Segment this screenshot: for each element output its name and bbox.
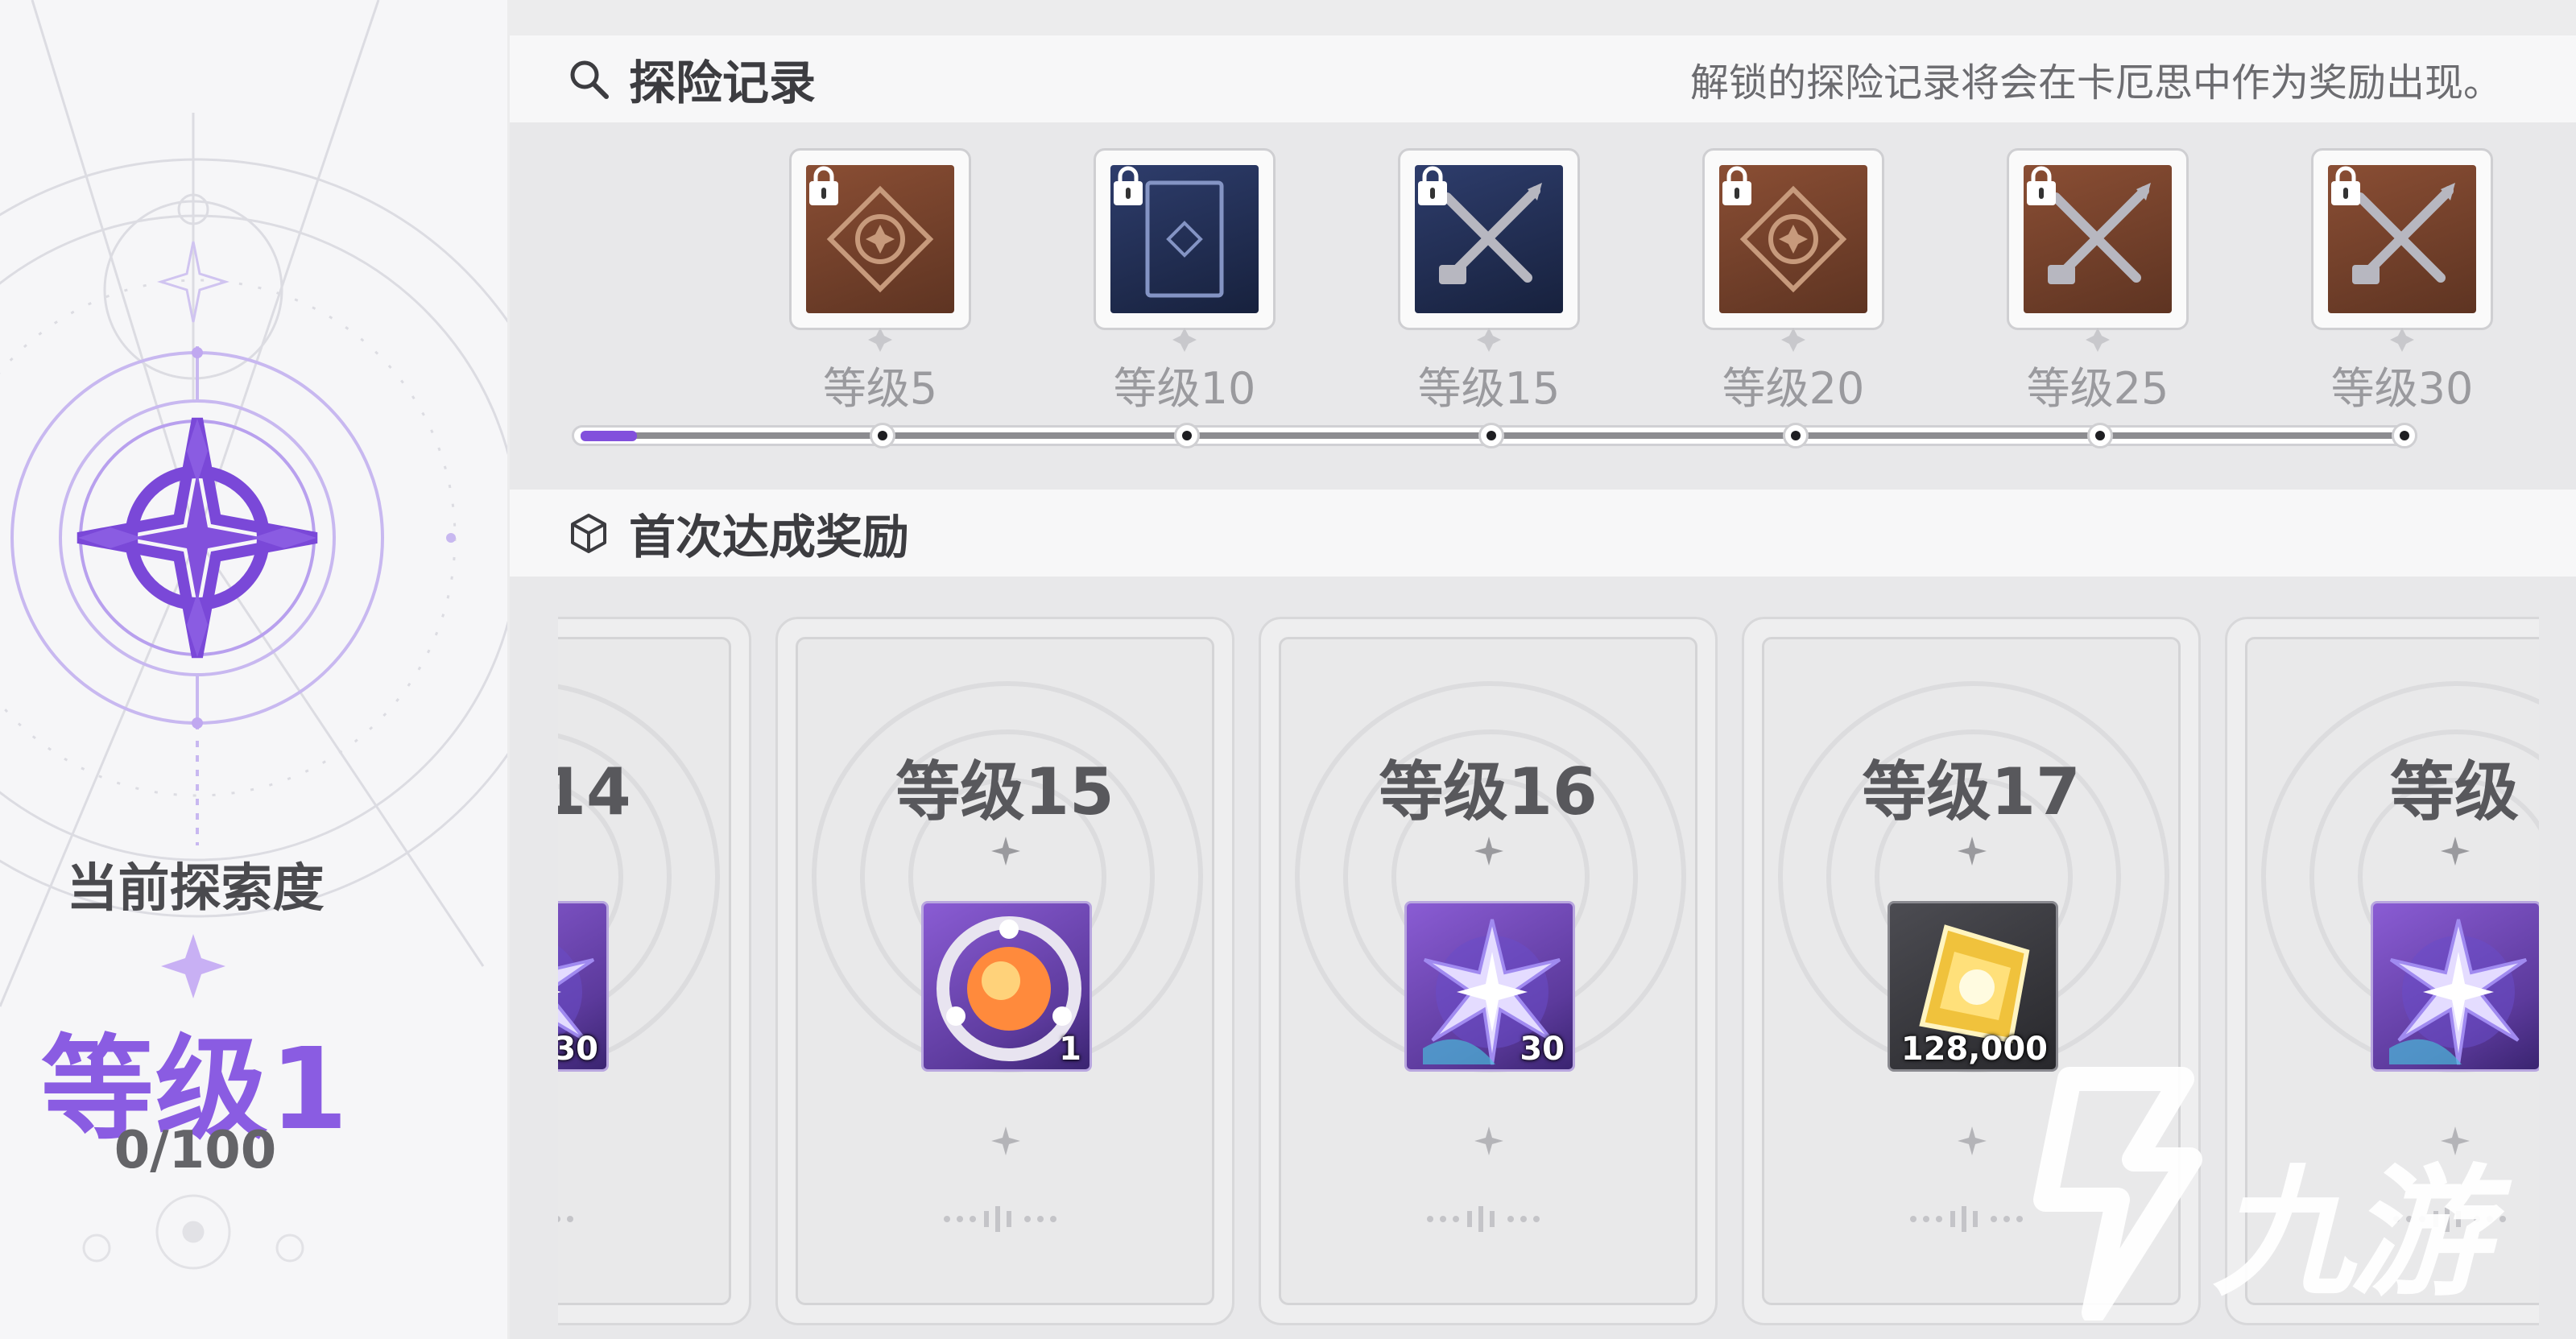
sparkle-icon [1958,837,1987,866]
record-art [806,165,954,313]
milestone-dot [1478,423,1504,448]
reward-item[interactable] [2371,901,2539,1072]
sparkle-icon [991,1126,1020,1155]
record-level-label: 等级10 [1113,363,1256,414]
record-art [1719,165,1867,313]
reward-item[interactable]: 30 [558,901,609,1072]
reward-quantity: 30 [558,1031,598,1068]
records-header: 探险记录 解锁的探险记录将会在卡厄思中作为奖励出现。 [510,35,2576,122]
lock-icon [809,166,838,205]
diamond-tip-icon [1172,328,1197,352]
sparkle-icon [1474,1126,1503,1155]
milestone-dot [870,423,895,448]
record-tile[interactable] [789,148,971,352]
watermark-logo-icon [2033,1067,2202,1325]
progress-fill [581,431,637,441]
exploration-progress: 0/100 [114,1121,277,1180]
lock-icon [2027,166,2056,205]
reward-card[interactable]: 等级16 30 [1259,617,1718,1325]
record-level-label: 等级30 [2330,363,2474,414]
sparkle-icon [1958,1126,1987,1155]
record-tile[interactable] [2311,148,2493,352]
reward-quantity: 30 [1520,1031,1565,1068]
record-tile[interactable] [1398,148,1580,352]
reward-level-label: 等级 [2390,754,2519,829]
watermark: 九游 [2021,1063,2569,1325]
reward-level-label: 等级15 [895,754,1114,829]
diamond-tip-icon [2390,328,2414,352]
reward-quantity: 1 [1059,1031,1081,1068]
record-level-label: 等级15 [1417,363,1561,414]
record-art [2328,165,2476,313]
record-art [1415,165,1563,313]
record-level-label: 等级20 [1722,363,1865,414]
record-tile[interactable] [1702,148,1884,352]
exploration-panel: 当前探索度 等级1 0/100 [0,0,507,1339]
lock-icon [1722,166,1751,205]
watermark-text: 九游 [2213,1152,2490,1316]
signal-dots-icon [944,1206,1056,1232]
crystal-star-icon [2389,919,2528,1065]
milestone-dot [2392,423,2417,448]
sparkle-icon [2441,837,2470,866]
records-note: 解锁的探险记录将会在卡厄思中作为奖励出现。 [1689,60,2502,105]
diamond-tip-icon [1477,328,1501,352]
sparkle-icon [991,837,1020,866]
reward-card[interactable]: 等级14 30 [558,617,751,1325]
records-title: 探险记录 [629,56,817,110]
reward-level-label: 等级16 [1379,754,1598,829]
sparkle-icon [1474,837,1503,866]
record-tile[interactable] [1094,148,1276,352]
milestone-dot [1783,423,1809,448]
rewards-title: 首次达成奖励 [629,510,910,564]
reward-item[interactable]: 128,000 [1888,901,2058,1072]
lock-icon [1418,166,1447,205]
records-progress-bar [572,423,2417,448]
signal-dots-icon [558,1216,573,1222]
reward-level-label: 等级14 [558,754,631,829]
record-level-label: 等级5 [822,363,938,414]
milestone-dot [1174,423,1200,448]
reward-level-label: 等级17 [1862,754,2081,829]
record-level-label: 等级25 [2026,363,2169,414]
milestone-dot [2087,423,2113,448]
reward-card[interactable]: 等级15 1 [775,617,1234,1325]
lock-icon [1114,166,1143,205]
lock-icon [2331,166,2360,205]
reward-item[interactable]: 30 [1404,901,1575,1072]
cube-icon [571,514,606,553]
diamond-tip-icon [2086,328,2110,352]
diamond-tip-icon [868,328,892,352]
record-art [1110,165,1259,313]
rewards-header: 首次达成奖励 [510,490,2576,577]
record-tile[interactable] [2007,148,2189,352]
diamond-tip-icon [1781,328,1805,352]
exploration-label: 当前探索度 [66,859,325,919]
search-icon [570,60,609,99]
reward-item[interactable]: 1 [921,901,1092,1072]
signal-dots-icon [1427,1206,1540,1232]
record-art [2024,165,2172,313]
